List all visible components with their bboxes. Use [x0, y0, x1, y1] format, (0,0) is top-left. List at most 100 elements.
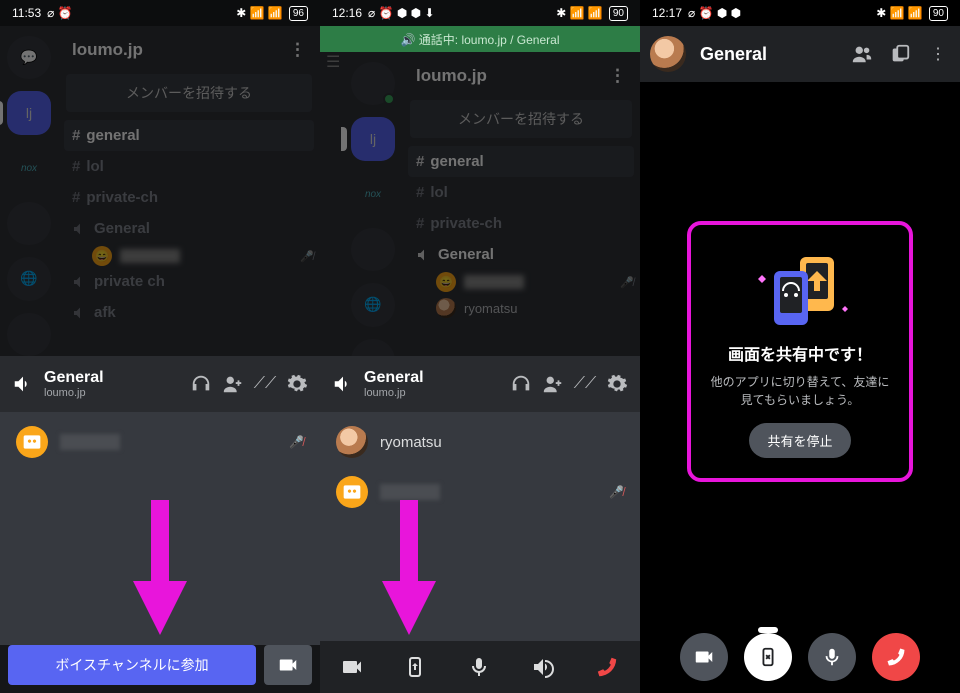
channel-private-ch[interactable]: #private-ch — [64, 182, 314, 213]
clock: 12:16 — [332, 6, 362, 20]
server-loumo[interactable]: lj — [7, 91, 51, 134]
voice-footer-controls — [320, 641, 640, 693]
voice-body: ryomatsu 🎤̸ — [320, 412, 640, 645]
voice-channel-general[interactable]: General — [408, 239, 634, 270]
disconnect-icon[interactable] — [594, 654, 620, 680]
voice-member-ryomatsu[interactable]: ryomatsu — [436, 298, 634, 318]
voice-channel-private[interactable]: private ch — [64, 266, 314, 297]
headphones-icon[interactable] — [190, 373, 212, 395]
share-heading: 画面を共有中です！ — [705, 341, 895, 365]
status-bar: 11:53 ⌀ ⏰ ✱ 📶 📶 96 — [0, 0, 320, 26]
voice-body: 🎤̸ — [0, 412, 320, 645]
voice-channel-name: General — [44, 369, 180, 387]
battery: 96 — [289, 6, 308, 21]
screen-2-voice-connected: 12:16 ⌀ ⏰ ⬢ ⬢ ⬇ ✱ 📶 📶 90 🔊 通話中: loumo.jp… — [320, 0, 640, 693]
member-name-blurred — [380, 484, 440, 500]
voice-header-bar: General loumo.jp ⟋⟋ — [0, 356, 320, 412]
swap-icon[interactable] — [888, 42, 912, 66]
status-icons-right: ✱ 📶 📶 — [876, 6, 923, 20]
channel-lol[interactable]: #lol — [408, 177, 634, 208]
battery: 90 — [929, 6, 948, 21]
channel-panel: loumo.jp ⋮ メンバーを招待する #general #lol #priv… — [402, 52, 640, 382]
stop-share-button[interactable]: 共有を停止 — [749, 423, 850, 458]
add-friend-icon[interactable] — [542, 373, 564, 395]
status-icons-right: ✱ 📶 📶 — [556, 6, 603, 20]
status-icons-right: ✱ 📶 📶 — [236, 6, 283, 20]
status-bar: 12:17 ⌀ ⏰ ⬢ ⬢ ✱ 📶 📶 90 — [640, 0, 960, 26]
server-avatar-1[interactable] — [7, 202, 51, 245]
member-row[interactable]: 🎤̸ — [16, 426, 304, 458]
invite-button[interactable]: メンバーを招待する — [410, 100, 632, 138]
avatar[interactable] — [650, 36, 686, 72]
server-avatar-1[interactable] — [351, 228, 395, 271]
voice-channel-afk[interactable]: afk — [64, 297, 314, 328]
screen-3-sharing: 12:17 ⌀ ⏰ ⬢ ⬢ ✱ 📶 📶 90 General ⋮ — [640, 0, 960, 693]
status-icons-left: ⌀ ⏰ ⬢ ⬢ ⬇ — [368, 6, 435, 20]
mic-icon[interactable] — [467, 655, 491, 679]
members-icon[interactable] — [850, 42, 874, 66]
battery: 90 — [609, 6, 628, 21]
member-name: ryomatsu — [380, 434, 442, 451]
status-bar: 12:16 ⌀ ⏰ ⬢ ⬢ ⬇ ✱ 📶 📶 90 — [320, 0, 640, 26]
camera-button[interactable] — [264, 645, 312, 685]
clock: 12:17 — [652, 6, 682, 20]
settings-icon[interactable] — [286, 373, 308, 395]
server-name: loumo.jp — [72, 40, 143, 60]
voice-server-sub: loumo.jp — [364, 387, 500, 399]
screen-1-voice-preview: 11:53 ⌀ ⏰ ✱ 📶 📶 96 💬 lj nox 🌐 loumo.jp ⋮… — [0, 0, 320, 693]
drawer-icon[interactable]: ☰ — [326, 52, 340, 72]
server-nox[interactable]: nox — [351, 173, 395, 216]
noise-suppress-icon[interactable]: ⟋⟋ — [254, 373, 276, 395]
dm-button[interactable]: 💬 — [7, 36, 51, 79]
clock: 11:53 — [12, 6, 41, 20]
audio-out-icon[interactable] — [531, 655, 555, 679]
server-name: loumo.jp — [416, 66, 487, 86]
member-row-ryomatsu[interactable]: ryomatsu — [336, 426, 624, 458]
voice-member-row[interactable]: 😄🎤̸ — [92, 246, 314, 266]
server-avatar-2[interactable]: 🌐 — [7, 257, 51, 300]
channel-lol[interactable]: #lol — [64, 151, 314, 182]
call-banner[interactable]: 🔊 通話中: loumo.jp / General — [320, 26, 640, 52]
voice-member-row[interactable]: 😄🎤̸ — [436, 272, 634, 292]
server-loumo[interactable]: lj — [351, 117, 395, 160]
share-card: 画面を共有中です！ 他のアプリに切り替えて、友達に見てもらいましょう。 共有を停… — [687, 221, 913, 482]
mic-button[interactable] — [808, 633, 856, 681]
speaker-icon[interactable] — [332, 373, 354, 395]
voice-header-bar: General loumo.jp ⟋⟋ — [320, 356, 640, 412]
voice-server-sub: loumo.jp — [44, 387, 180, 399]
member-row-other[interactable]: 🎤̸ — [336, 476, 624, 508]
channel-general[interactable]: #general — [64, 120, 314, 151]
member-name-blurred — [60, 434, 120, 450]
call-top-bar: General ⋮ — [640, 26, 960, 82]
call-footer — [640, 629, 960, 685]
channel-panel: loumo.jp ⋮ メンバーを招待する #general #lol #priv… — [58, 26, 320, 356]
voice-channel-general[interactable]: General — [64, 213, 314, 244]
muted-icon: 🎤̸ — [609, 485, 624, 499]
join-voice-button[interactable]: ボイスチャンネルに参加 — [8, 645, 256, 685]
server-avatar-2[interactable]: 🌐 — [351, 283, 395, 326]
status-icons-left: ⌀ ⏰ ⬢ ⬢ — [688, 6, 741, 20]
speaker-icon[interactable] — [12, 373, 34, 395]
screenshare-icon[interactable] — [403, 655, 427, 679]
server-avatar-current[interactable] — [351, 62, 395, 105]
status-icons-left: ⌀ ⏰ — [47, 6, 73, 20]
server-menu-icon[interactable]: ⋮ — [289, 40, 306, 60]
server-avatar-3[interactable] — [7, 313, 51, 356]
noise-suppress-icon[interactable]: ⟋⟋ — [574, 373, 596, 395]
channel-private-ch[interactable]: #private-ch — [408, 208, 634, 239]
headphones-icon[interactable] — [510, 373, 532, 395]
server-nox[interactable]: nox — [7, 147, 51, 190]
settings-icon[interactable] — [606, 373, 628, 395]
server-rail: lj nox 🌐 — [344, 52, 402, 382]
muted-icon: 🎤̸ — [289, 435, 304, 449]
server-menu-icon[interactable]: ⋮ — [609, 66, 626, 86]
voice-channel-name: General — [364, 369, 500, 387]
add-friend-icon[interactable] — [222, 373, 244, 395]
hangup-button[interactable] — [872, 633, 920, 681]
invite-button[interactable]: メンバーを招待する — [66, 74, 312, 112]
more-icon[interactable]: ⋮ — [926, 42, 950, 66]
video-button[interactable] — [680, 633, 728, 681]
video-icon[interactable] — [340, 655, 364, 679]
stop-screenshare-button[interactable] — [744, 633, 792, 681]
channel-general[interactable]: #general — [408, 146, 634, 177]
